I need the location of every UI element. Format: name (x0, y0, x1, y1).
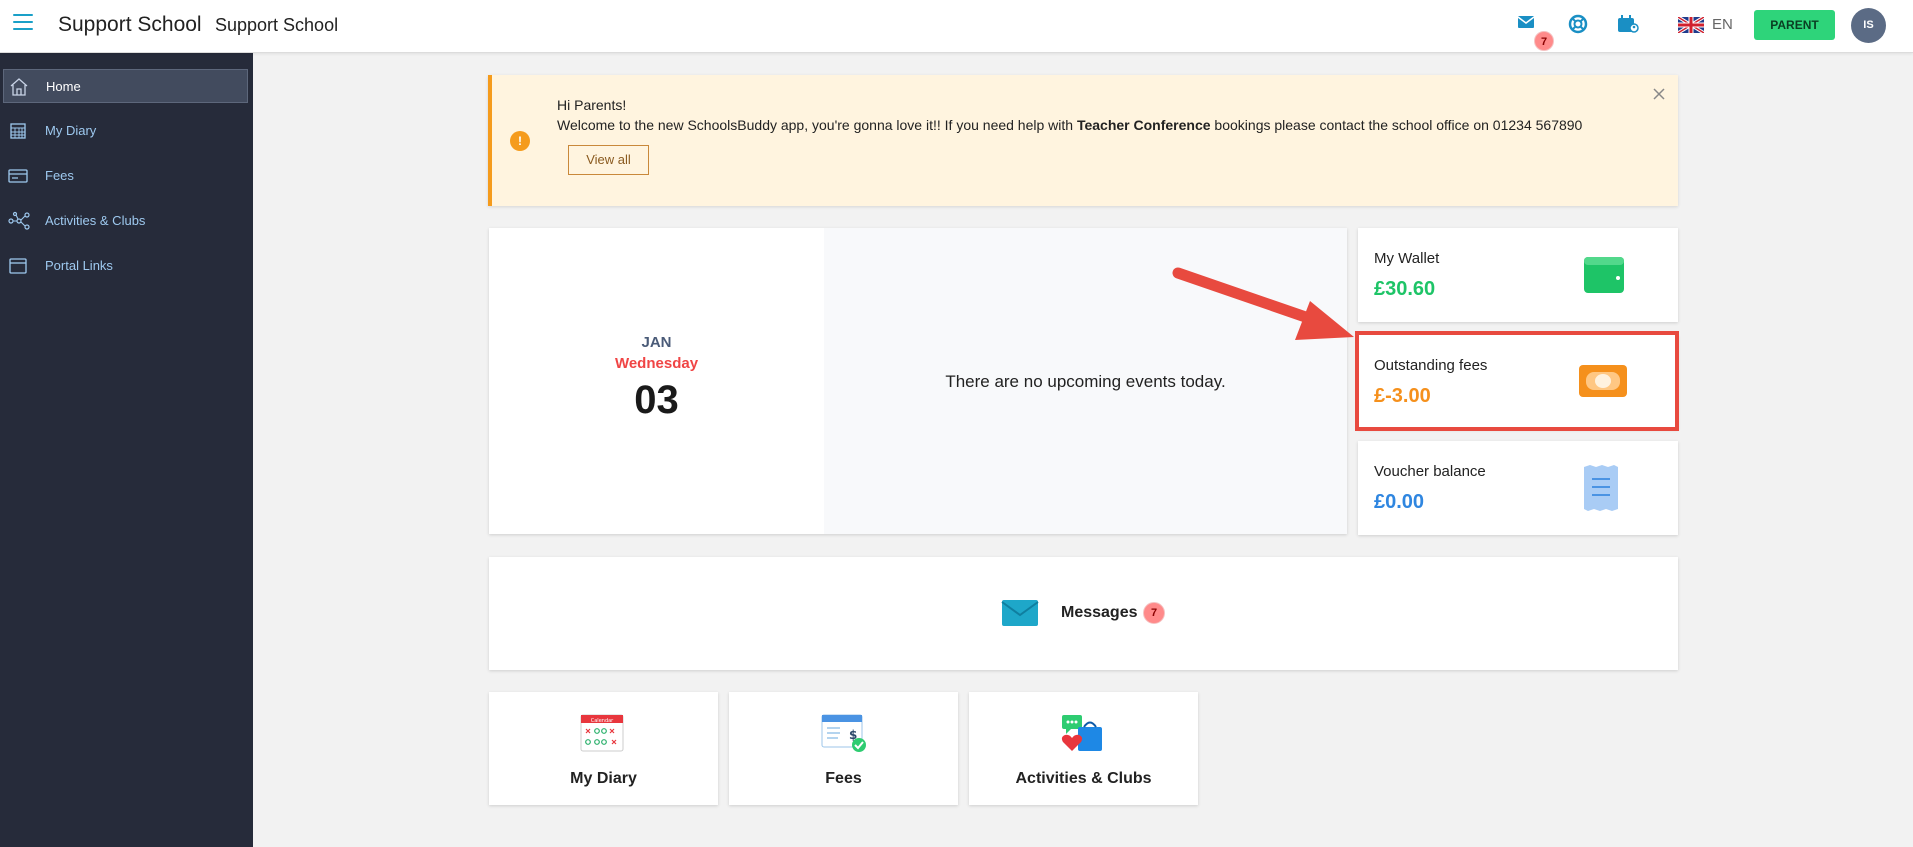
uk-flag-icon[interactable] (1678, 17, 1704, 33)
announcement-text-end: bookings please contact the school offic… (1210, 117, 1583, 133)
messages-label: Messages (1061, 604, 1138, 621)
announcement-text-bold: Teacher Conference (1076, 117, 1211, 133)
announcement-banner: ! Hi Parents! Welcome to the new Schools… (488, 75, 1678, 206)
view-all-button[interactable]: View all (568, 145, 649, 175)
sidebar-item-fees[interactable]: Fees (3, 159, 248, 193)
wallet-label: My Wallet (1374, 250, 1440, 267)
credit-card-icon (8, 169, 28, 183)
mail-badge: 7 (1534, 31, 1554, 51)
announcement-greeting: Hi Parents! (557, 97, 627, 113)
tile-label: My Diary (570, 770, 637, 787)
sidebar: Home My Diary Fees Activities & Clubs Po… (0, 53, 253, 847)
wallet-icon (1584, 257, 1624, 293)
top-bar: Support School Support School 7 EN PAREN… (0, 0, 1913, 53)
receipt-icon (1584, 465, 1618, 511)
highlight-box (1355, 331, 1679, 431)
announcement-text-start: Welcome to the new SchoolsBuddy app, you… (557, 117, 1077, 133)
wallet-value: £30.60 (1374, 278, 1436, 300)
language-selector[interactable]: EN (1712, 16, 1733, 33)
sidebar-item-home[interactable]: Home (3, 69, 248, 103)
home-icon (10, 78, 28, 96)
hamburger-menu-icon[interactable] (13, 14, 33, 32)
calendar-grid-icon (10, 123, 26, 139)
invoice-icon: $ (821, 714, 866, 752)
tile-label: Activities & Clubs (1015, 770, 1152, 787)
announcement-message: Welcome to the new SchoolsBuddy app, you… (557, 117, 1582, 133)
network-icon (8, 211, 30, 230)
date-day-number: 03 (634, 378, 679, 422)
voucher-balance-label: Voucher balance (1374, 463, 1486, 480)
date-weekday: Wednesday (614, 355, 699, 372)
no-events-message: There are no upcoming events today. (945, 372, 1226, 391)
lifebuoy-icon[interactable] (1567, 13, 1593, 37)
avatar[interactable]: IS (1851, 8, 1886, 43)
tile-activities-clubs[interactable]: Activities & Clubs (969, 692, 1198, 805)
sidebar-item-label: Activities & Clubs (45, 213, 146, 228)
sidebar-item-label: Portal Links (45, 258, 113, 273)
school-name-primary: Support School (58, 13, 202, 36)
calendar-icon: Calendar (580, 714, 624, 752)
calendar-user-icon[interactable] (1616, 13, 1642, 37)
arrow-annotation-icon (1172, 267, 1354, 340)
sidebar-item-label: My Diary (45, 123, 97, 138)
exclamation-icon: ! (510, 131, 530, 151)
browser-window-icon (9, 258, 27, 274)
sidebar-item-my-diary[interactable]: My Diary (3, 114, 248, 148)
tile-my-diary[interactable]: Calendar My Diary (489, 692, 718, 805)
sidebar-item-portal-links[interactable]: Portal Links (3, 249, 248, 283)
sidebar-item-label: Home (46, 79, 81, 94)
svg-text:Calendar: Calendar (591, 718, 614, 724)
date-month: JAN (641, 334, 672, 351)
sidebar-item-label: Fees (45, 168, 74, 183)
close-icon[interactable] (1652, 87, 1666, 101)
tile-label: Fees (825, 770, 862, 787)
sidebar-item-activities-clubs[interactable]: Activities & Clubs (3, 204, 248, 238)
messages-count-badge: 7 (1143, 602, 1165, 624)
voucher-balance-card[interactable]: Voucher balance £0.00 (1358, 441, 1678, 535)
voucher-balance-value: £0.00 (1374, 491, 1425, 513)
date-panel: JAN Wednesday 03 (489, 228, 824, 534)
chat-shopping-icon (1061, 715, 1102, 751)
parent-role-button[interactable]: PARENT (1754, 10, 1835, 40)
envelope-icon (1001, 600, 1039, 626)
school-name-secondary: Support School (215, 15, 339, 35)
tile-fees[interactable]: $ Fees (729, 692, 958, 805)
wallet-card[interactable]: My Wallet £30.60 (1358, 228, 1678, 322)
messages-card[interactable]: Messages 7 (489, 557, 1678, 670)
